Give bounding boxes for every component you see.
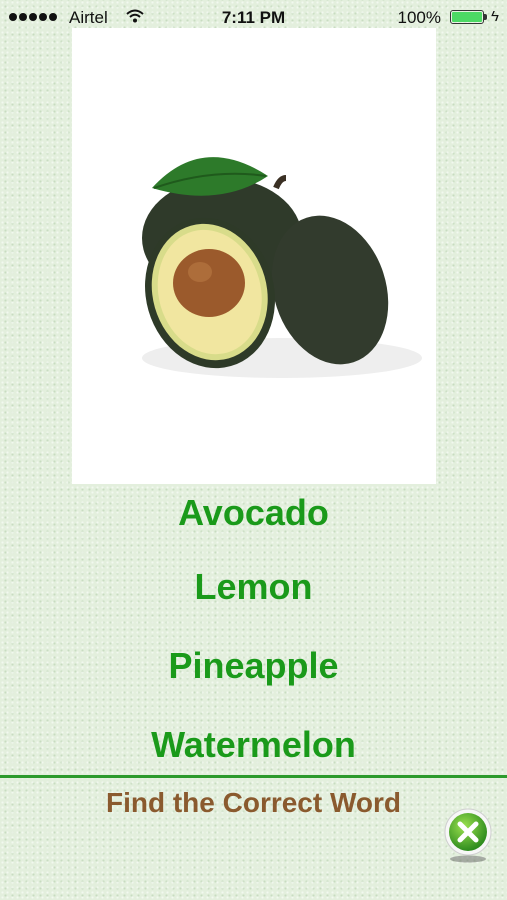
- fruit-image-card: [72, 28, 436, 484]
- charging-icon: ϟ: [491, 8, 499, 25]
- battery-percentage: 100%: [397, 8, 441, 27]
- option-pineapple[interactable]: Pineapple: [0, 645, 507, 687]
- option-lemon[interactable]: Lemon: [0, 566, 507, 608]
- close-icon: [444, 808, 492, 863]
- option-avocado[interactable]: Avocado: [0, 492, 507, 534]
- instruction-text: Find the Correct Word: [105, 787, 402, 818]
- divider: [0, 775, 507, 778]
- battery-nub: [484, 14, 487, 20]
- avocado-image: [142, 157, 422, 378]
- close-button[interactable]: [442, 808, 494, 864]
- battery-icon: [450, 10, 484, 24]
- option-watermelon[interactable]: Watermelon: [0, 724, 507, 766]
